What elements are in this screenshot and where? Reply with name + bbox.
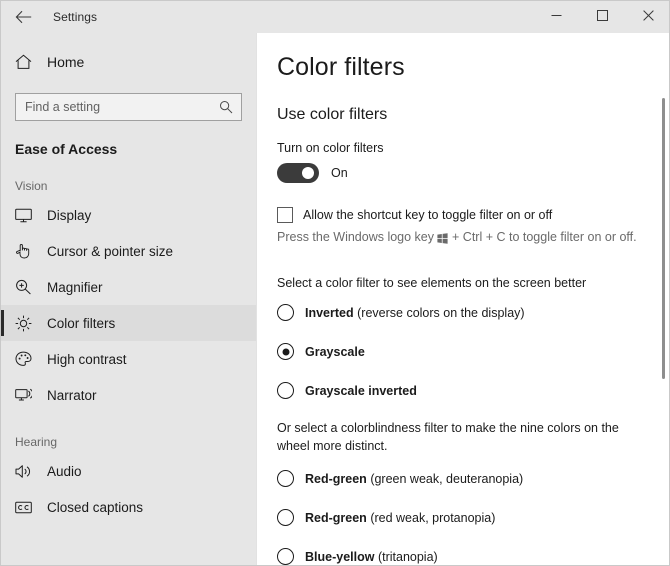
radio-option-blue-yellow-tritanopia[interactable]: Blue-yellow (tritanopia) [277, 548, 670, 565]
radio-button[interactable] [277, 470, 294, 487]
colorblind-group-intro: Or select a colorblindness filter to mak… [277, 419, 627, 455]
sidebar-item-cursor-pointer-size[interactable]: Cursor & pointer size [1, 233, 256, 269]
radio-label: Red-green (green weak, deuteranopia) [305, 472, 523, 486]
radio-detail: (tritanopia) [378, 550, 438, 564]
sidebar-item-high-contrast[interactable]: High contrast [1, 341, 256, 377]
sidebar-item-label: High contrast [47, 352, 127, 367]
minimize-icon [551, 8, 562, 26]
radio-detail: (reverse colors on the display) [357, 306, 524, 320]
brightness-icon [15, 315, 37, 332]
radio-label: Red-green (red weak, protanopia) [305, 511, 495, 525]
radio-name: Red-green [305, 472, 367, 486]
sidebar: Home Ease of Access Vision Display [1, 33, 256, 566]
toggle-label: Turn on color filters [277, 141, 670, 155]
toggle-state-label: On [331, 166, 348, 180]
radio-label: Blue-yellow (tritanopia) [305, 550, 438, 564]
radio-label: Inverted (reverse colors on the display) [305, 306, 525, 320]
color-filters-toggle-row: On [277, 163, 670, 183]
settings-window: Settings [0, 0, 670, 566]
windows-logo-icon [437, 233, 448, 244]
shortcut-checkbox-label: Allow the shortcut key to toggle filter … [303, 208, 552, 222]
radio-button[interactable] [277, 509, 294, 526]
radio-name: Grayscale inverted [305, 384, 417, 398]
cursor-icon [15, 243, 37, 259]
sidebar-item-label: Display [47, 208, 91, 223]
sidebar-item-magnifier[interactable]: Magnifier [1, 269, 256, 305]
speaker-icon [15, 464, 37, 479]
radio-name: Inverted [305, 306, 354, 320]
color-filters-toggle[interactable] [277, 163, 319, 183]
radio-button[interactable] [277, 304, 294, 321]
radio-label: Grayscale inverted [305, 384, 417, 398]
filter-group-intro: Select a color filter to see elements on… [277, 276, 670, 290]
sidebar-home-label: Home [47, 54, 84, 70]
title-bar: Settings [1, 1, 670, 33]
radio-option-grayscale[interactable]: Grayscale [277, 343, 670, 360]
monitor-icon [15, 208, 37, 223]
radio-option-inverted[interactable]: Inverted (reverse colors on the display) [277, 304, 670, 321]
sidebar-item-color-filters[interactable]: Color filters [1, 305, 256, 341]
shortcut-hint-before: Press the Windows logo key [277, 230, 434, 244]
section-heading-use-color-filters: Use color filters [277, 106, 670, 124]
radio-name: Red-green [305, 511, 367, 525]
sidebar-item-label: Cursor & pointer size [47, 244, 173, 259]
back-button[interactable] [1, 1, 45, 33]
sidebar-item-label: Magnifier [47, 280, 103, 295]
radio-option-red-green-deuteranopia[interactable]: Red-green (green weak, deuteranopia) [277, 470, 670, 487]
sidebar-group-label-hearing: Hearing [1, 435, 256, 449]
close-icon [643, 8, 654, 26]
search-box[interactable] [15, 93, 242, 121]
sidebar-item-narrator[interactable]: Narrator [1, 377, 256, 413]
sidebar-item-home[interactable]: Home [1, 43, 256, 81]
sidebar-item-label: Audio [47, 464, 82, 479]
search-icon[interactable] [219, 100, 233, 114]
radio-detail: (red weak, protanopia) [370, 511, 495, 525]
home-icon [15, 54, 37, 70]
maximize-button[interactable] [579, 1, 625, 33]
maximize-icon [597, 8, 608, 26]
sidebar-item-label: Color filters [47, 316, 115, 331]
magnifier-icon [15, 279, 37, 295]
page-title: Color filters [277, 53, 670, 82]
radio-button[interactable] [277, 548, 294, 565]
sidebar-item-display[interactable]: Display [1, 197, 256, 233]
shortcut-checkbox-row[interactable]: Allow the shortcut key to toggle filter … [277, 207, 670, 223]
scrollbar-thumb[interactable] [662, 98, 665, 379]
radio-option-grayscale-inverted[interactable]: Grayscale inverted [277, 382, 670, 399]
radio-name: Blue-yellow [305, 550, 374, 564]
sidebar-item-audio[interactable]: Audio [1, 453, 256, 489]
sidebar-item-label: Closed captions [47, 500, 143, 515]
sidebar-group-label-vision: Vision [1, 179, 256, 193]
close-button[interactable] [625, 1, 670, 33]
shortcut-hint: Press the Windows logo key + Ctrl + C to… [277, 230, 670, 244]
search-input[interactable] [16, 94, 241, 120]
back-arrow-icon [15, 10, 32, 24]
minimize-button[interactable] [533, 1, 579, 33]
window-title: Settings [53, 10, 97, 24]
radio-button[interactable] [277, 382, 294, 399]
radio-name: Grayscale [305, 345, 365, 359]
closed-captions-icon [15, 501, 37, 514]
radio-option-red-green-protanopia[interactable]: Red-green (red weak, protanopia) [277, 509, 670, 526]
radio-label: Grayscale [305, 345, 365, 359]
toggle-knob [302, 167, 314, 179]
radio-detail: (green weak, deuteranopia) [370, 472, 523, 486]
window-controls [533, 1, 670, 33]
content-panel: Color filters Use color filters Turn on … [256, 33, 670, 566]
sidebar-section-title: Ease of Access [1, 141, 256, 157]
narrator-icon [15, 387, 37, 403]
vertical-scrollbar[interactable] [658, 33, 668, 566]
sidebar-item-closed-captions[interactable]: Closed captions [1, 489, 256, 525]
shortcut-checkbox[interactable] [277, 207, 293, 223]
radio-button[interactable] [277, 343, 294, 360]
palette-icon [15, 351, 37, 367]
shortcut-hint-after: + Ctrl + C to toggle filter on or off. [452, 230, 637, 244]
sidebar-item-label: Narrator [47, 388, 97, 403]
